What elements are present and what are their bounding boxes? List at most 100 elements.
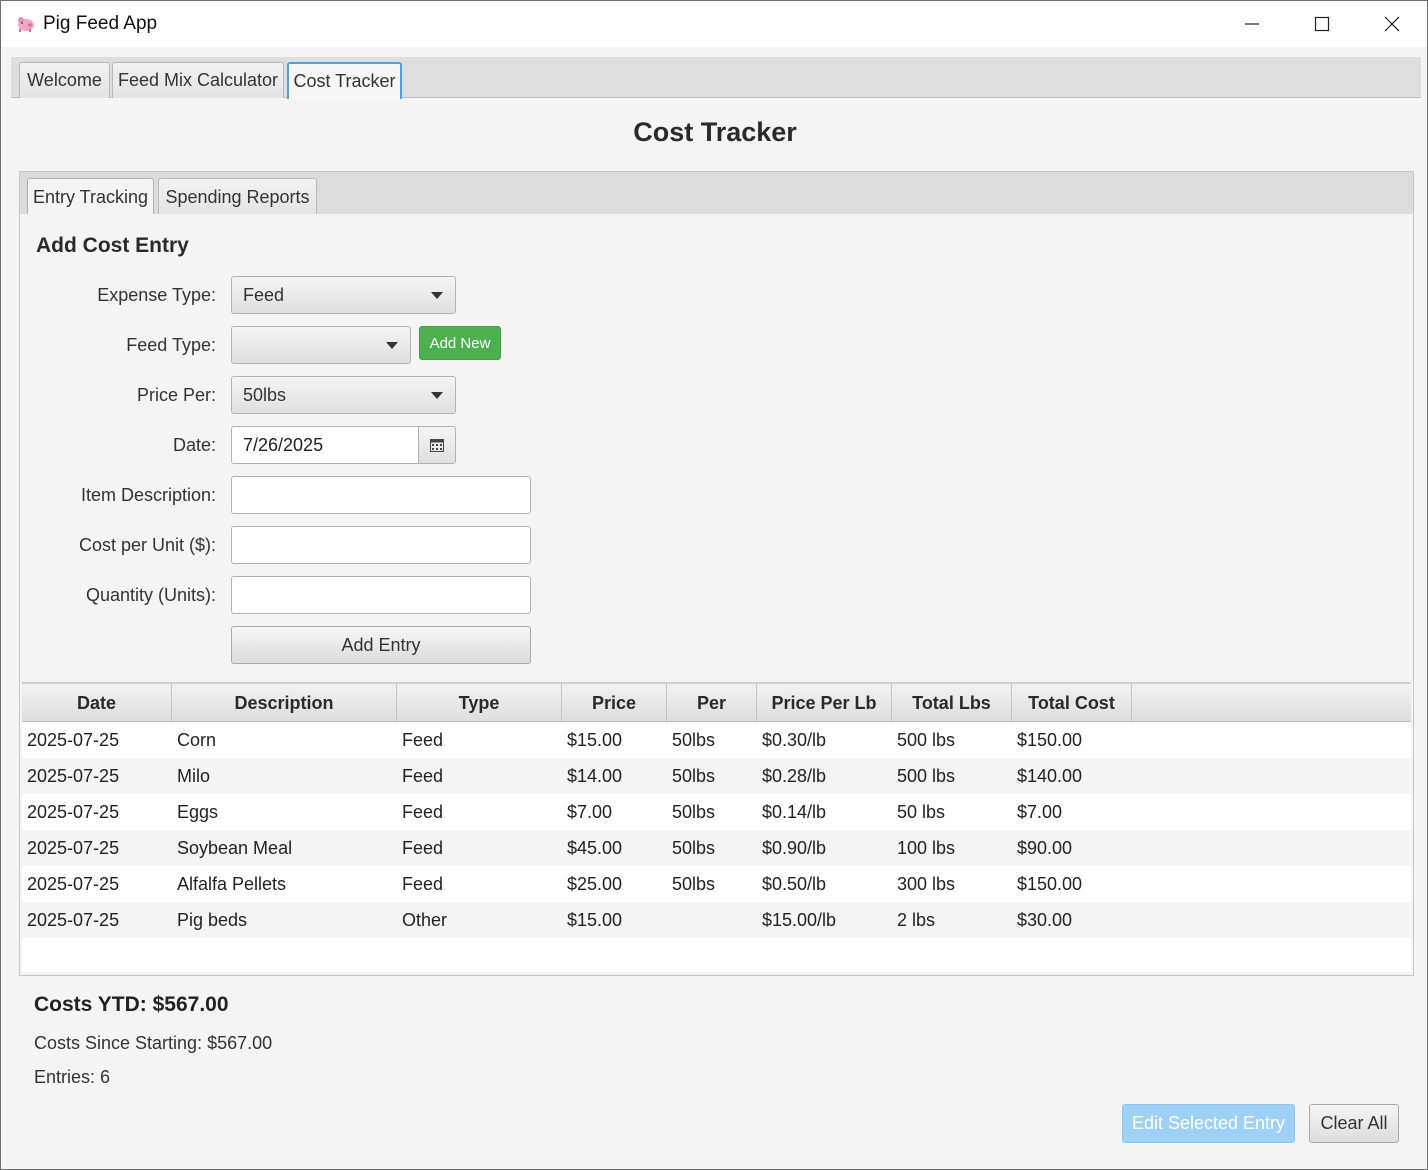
cell-date: 2025-07-25 (27, 873, 120, 894)
table-row[interactable]: 2025-07-25 Soybean Meal Feed $45.00 50lb… (22, 830, 1411, 866)
cell-per: 50lbs (672, 801, 716, 822)
add-cost-entry-heading: Add Cost Entry (36, 234, 189, 257)
cell-price-per-lb: $15.00/lb (762, 909, 837, 930)
cell-price: $14.00 (567, 765, 623, 786)
cell-date: 2025-07-25 (27, 837, 120, 858)
cell-date: 2025-07-25 (27, 801, 120, 822)
cell-date: 2025-07-25 (27, 765, 120, 786)
table-row[interactable]: 2025-07-25 Pig beds Other $15.00 $15.00/… (22, 902, 1411, 938)
costs-since-starting: Costs Since Starting: $567.00 (34, 1033, 273, 1053)
chevron-down-icon (431, 292, 443, 299)
cell-total-lbs: 50 lbs (897, 801, 946, 822)
date-picker-button[interactable] (418, 426, 456, 464)
tab-entry-tracking[interactable]: Entry Tracking (27, 178, 154, 216)
date-input[interactable] (231, 426, 419, 464)
cost-per-unit-input[interactable] (231, 526, 531, 564)
cell-type: Other (402, 909, 448, 930)
cell-description: Alfalfa Pellets (177, 873, 287, 894)
costs-ytd: Costs YTD: $567.00 (34, 993, 229, 1016)
item-description-label: Item Description: (80, 485, 216, 505)
app-window: Pig Feed App Welcome Feed Mix Calculator… (0, 0, 1428, 1170)
pig-icon (18, 17, 34, 32)
cost-entries-table[interactable]: Date Description Type Price Per Price Pe… (22, 682, 1411, 972)
tab-spending-reports[interactable]: Spending Reports (158, 178, 317, 216)
price-per-label: Price Per: (136, 385, 216, 405)
item-description-input[interactable] (231, 476, 531, 514)
cell-per (667, 902, 672, 938)
cell-per: 50lbs (672, 765, 716, 786)
cell-total-lbs: 500 lbs (897, 729, 956, 750)
tab-cost-tracker[interactable]: Cost Tracker (287, 62, 402, 99)
window-title: Pig Feed App (43, 13, 158, 34)
edit-selected-entry-button[interactable]: Edit Selected Entry (1122, 1104, 1295, 1143)
cell-description: Soybean Meal (177, 837, 293, 858)
cell-total-lbs: 100 lbs (897, 837, 956, 858)
tab-welcome[interactable]: Welcome (19, 62, 110, 98)
cell-per: 50lbs (672, 729, 716, 750)
cell-description: Corn (177, 729, 217, 750)
add-entry-button[interactable]: Add Entry (231, 626, 531, 664)
cell-date: 2025-07-25 (27, 729, 120, 750)
cell-price-per-lb: $0.14/lb (762, 801, 827, 822)
sub-tab-bar: Entry Tracking Spending Reports (19, 171, 1414, 216)
cell-price-per-lb: $0.28/lb (762, 765, 827, 786)
cell-type: Feed (402, 837, 444, 858)
column-header-total-cost[interactable]: Total Cost (1012, 684, 1132, 722)
quantity-input[interactable] (231, 576, 531, 614)
cell-type: Feed (402, 765, 444, 786)
column-header-date[interactable]: Date (22, 684, 172, 722)
quantity-label: Quantity (Units): (85, 585, 216, 605)
add-new-feed-type-button[interactable]: Add New (419, 326, 501, 360)
table-header: Date Description Type Price Per Price Pe… (22, 684, 1411, 722)
cell-total-cost: $30.00 (1017, 909, 1073, 930)
table-row[interactable]: 2025-07-25 Milo Feed $14.00 50lbs $0.28/… (22, 758, 1411, 794)
maximize-button[interactable] (1287, 1, 1357, 47)
cell-price: $25.00 (567, 873, 623, 894)
cell-total-cost: $140.00 (1017, 765, 1083, 786)
column-header-price-per-lb[interactable]: Price Per Lb (757, 684, 892, 722)
close-button[interactable] (1357, 1, 1427, 47)
column-header-type[interactable]: Type (397, 684, 562, 722)
cell-description: Milo (177, 765, 211, 786)
column-header-total-lbs[interactable]: Total Lbs (892, 684, 1012, 722)
cell-description: Eggs (177, 801, 219, 822)
price-per-select[interactable]: 50lbs (231, 376, 456, 414)
chevron-down-icon (386, 342, 398, 349)
cell-date: 2025-07-25 (27, 909, 120, 930)
cell-total-lbs: 2 lbs (897, 909, 936, 930)
column-header-price[interactable]: Price (562, 684, 667, 722)
calendar-icon (430, 438, 444, 452)
expense-type-value: Feed (243, 284, 285, 305)
cell-price-per-lb: $0.90/lb (762, 837, 827, 858)
table-row[interactable]: 2025-07-25 Eggs Feed $7.00 50lbs $0.14/l… (22, 794, 1411, 830)
price-per-value: 50lbs (243, 384, 287, 405)
maximize-icon (1314, 16, 1330, 32)
cell-price: $15.00 (567, 909, 623, 930)
cell-description: Pig beds (177, 909, 248, 930)
cell-total-lbs: 500 lbs (897, 765, 956, 786)
date-label: Date: (172, 435, 216, 455)
cell-price: $7.00 (567, 801, 613, 822)
table-row[interactable]: 2025-07-25 Corn Feed $15.00 50lbs $0.30/… (22, 722, 1411, 758)
feed-type-select[interactable] (231, 326, 411, 364)
cell-per: 50lbs (672, 873, 716, 894)
cell-total-cost: $90.00 (1017, 837, 1073, 858)
clear-all-button[interactable]: Clear All (1309, 1104, 1399, 1143)
page-title: Cost Tracker (633, 117, 797, 147)
entries-count: Entries: 6 (34, 1067, 111, 1087)
minimize-button[interactable] (1217, 1, 1287, 47)
tab-feed-mix-calculator[interactable]: Feed Mix Calculator (112, 62, 284, 98)
cell-price-per-lb: $0.50/lb (762, 873, 827, 894)
column-header-per[interactable]: Per (667, 684, 757, 722)
expense-type-select[interactable]: Feed (231, 276, 456, 314)
table-body: 2025-07-25 Corn Feed $15.00 50lbs $0.30/… (22, 722, 1411, 938)
column-header-description[interactable]: Description (172, 684, 397, 722)
cell-total-cost: $7.00 (1017, 801, 1063, 822)
table-row[interactable]: 2025-07-25 Alfalfa Pellets Feed $25.00 5… (22, 866, 1411, 902)
cell-total-cost: $150.00 (1017, 873, 1083, 894)
cell-per: 50lbs (672, 837, 716, 858)
cell-total-cost: $150.00 (1017, 729, 1083, 750)
close-icon (1384, 16, 1400, 32)
title-bar: Pig Feed App (1, 1, 1427, 47)
cell-price-per-lb: $0.30/lb (762, 729, 827, 750)
